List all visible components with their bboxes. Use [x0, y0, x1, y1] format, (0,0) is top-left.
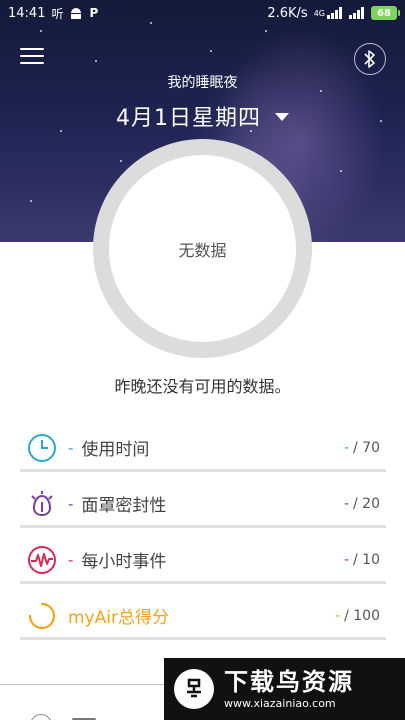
chevron-down-icon — [275, 113, 289, 121]
metric-label: 使用时间 — [81, 440, 150, 460]
score-ring: 无数据 — [93, 139, 312, 358]
date-selector[interactable]: 4月1日星期四 — [0, 100, 405, 132]
menu-icon[interactable] — [20, 48, 44, 66]
metric-score: - / 100 — [335, 608, 380, 624]
mask-icon — [24, 486, 60, 522]
signal-icon: 4G — [314, 7, 343, 19]
clock-time: 14:41 — [8, 5, 46, 21]
bottom-item-icon[interactable] — [30, 714, 52, 720]
network-type: 4G — [313, 8, 325, 18]
ring-center-text: 无数据 — [178, 240, 227, 260]
metric-usage-time[interactable]: - 使用时间 - / 70 — [20, 426, 386, 472]
metric-value: - — [343, 551, 350, 568]
metric-score: - / 20 — [344, 496, 380, 512]
clock-icon — [24, 430, 60, 466]
metric-events-per-hour[interactable]: - 每小时事件 - / 10 — [20, 538, 386, 584]
metric-dash: - — [68, 494, 74, 513]
signal-icon-2 — [349, 7, 365, 19]
no-data-message: 昨晚还没有可用的数据。 — [114, 377, 291, 396]
watermark-title: 下载鸟资源 — [224, 668, 354, 696]
page-title: 我的睡眠夜 — [167, 75, 238, 91]
score-icon — [24, 598, 60, 634]
date-label: 4月1日星期四 — [116, 106, 261, 131]
watermark-url: www.xiazainiao.com — [224, 697, 336, 710]
metric-max: / 70 — [353, 439, 380, 456]
metric-myair-score[interactable]: myAir总得分 - / 100 — [20, 594, 386, 640]
metric-max: / 10 — [353, 551, 380, 568]
metric-value: - — [343, 439, 350, 456]
metric-score: - / 70 — [344, 440, 380, 456]
battery-icon: 68 — [371, 6, 400, 20]
metric-value: - — [335, 607, 341, 624]
metric-dash: - — [68, 438, 74, 457]
metric-max: / 20 — [353, 495, 380, 512]
status-bar: 14:41 听 P 2.6K/s 4G 68 — [0, 0, 405, 26]
metric-mask-seal[interactable]: - 面罩密封性 - / 20 — [20, 482, 386, 528]
metric-label: 每小时事件 — [81, 552, 167, 572]
listen-app-icon: 听 — [51, 6, 64, 21]
p-app-icon: P — [89, 6, 99, 20]
watermark-logo — [174, 669, 214, 709]
metric-label: myAir总得分 — [68, 608, 169, 628]
watermark-banner: 下载鸟资源 www.xiazainiao.com — [164, 658, 405, 720]
metric-score: - / 10 — [344, 552, 380, 568]
metric-dash: - — [68, 550, 74, 569]
metric-max: / 100 — [344, 607, 380, 624]
bluetooth-icon[interactable] — [354, 43, 386, 75]
metric-label: 面罩密封性 — [81, 496, 167, 516]
events-icon — [24, 542, 60, 578]
metric-value: - — [343, 495, 350, 512]
network-speed: 2.6K/s — [267, 5, 308, 21]
android-icon — [69, 7, 83, 19]
